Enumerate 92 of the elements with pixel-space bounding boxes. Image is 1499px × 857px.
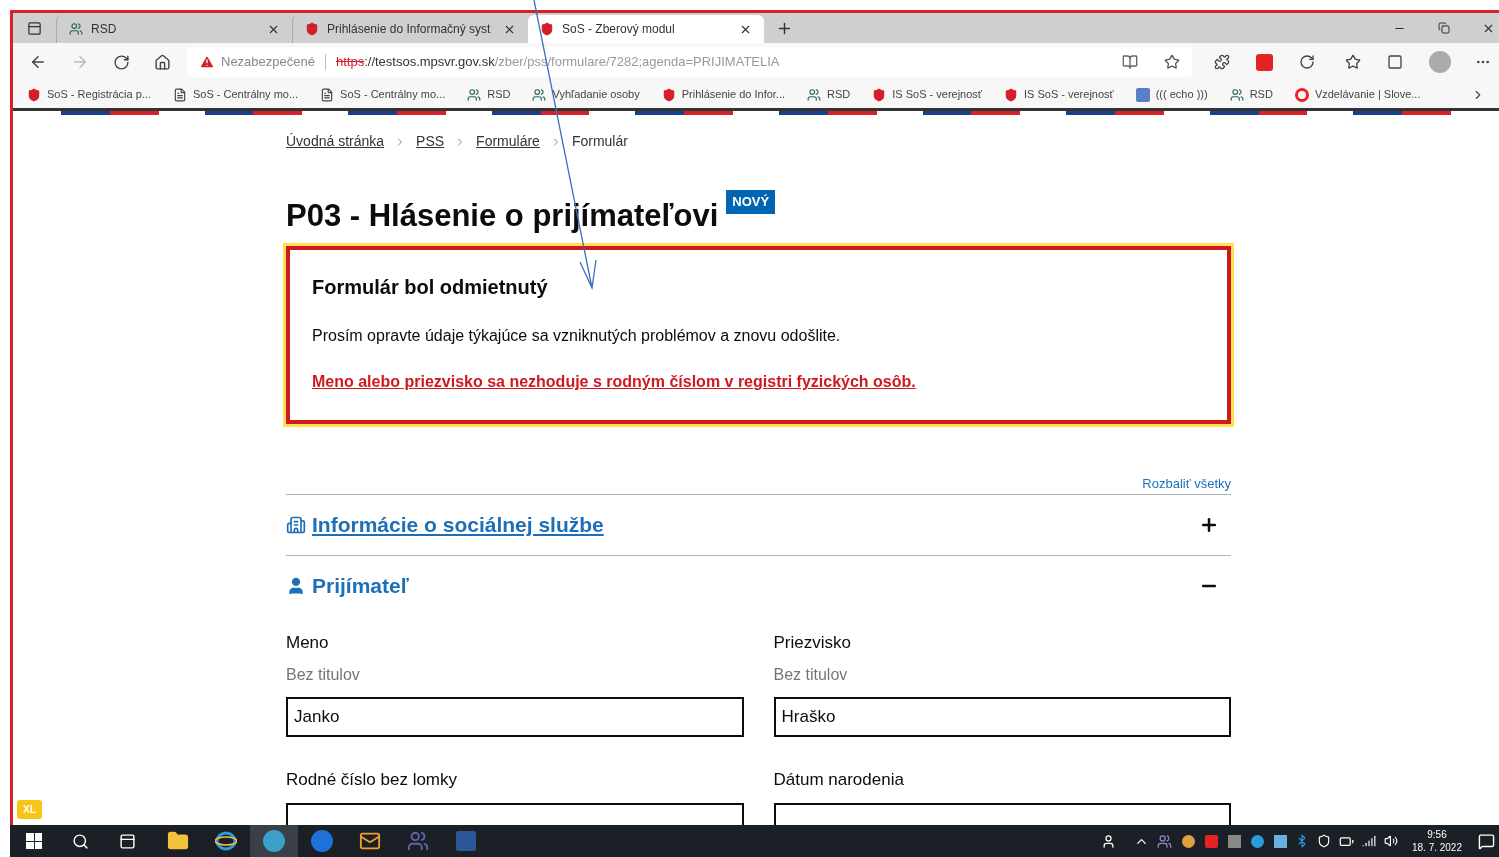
search-icon[interactable] (72, 832, 89, 850)
breadcrumb-link[interactable]: Úvodná stránka (286, 131, 385, 152)
text-input[interactable]: Hraško (773, 697, 1231, 737)
bookmark-item[interactable]: SoS - Centrálny mo... (320, 86, 446, 103)
bars-icon (1135, 87, 1150, 102)
tab-title: RSD (91, 21, 118, 38)
tab-actions-icon[interactable] (27, 20, 42, 36)
page-icon (320, 87, 335, 102)
field-hint: Bez titulov (773, 665, 849, 685)
bookmark-item[interactable]: SoS - Registrácia p... (27, 86, 151, 103)
size-badge: XL (17, 800, 42, 819)
people-icon (807, 87, 822, 102)
home-icon[interactable] (154, 53, 171, 71)
warning-icon (199, 54, 215, 70)
people-icon (532, 87, 547, 102)
bookmark-item[interactable]: ((( echo ))) (1135, 86, 1208, 103)
building-icon (286, 514, 306, 535)
field-label: Priezvisko (773, 631, 852, 654)
breadcrumb-link[interactable]: PSS (416, 131, 445, 152)
bookmark-item[interactable]: IS SoS - verejnosť (1004, 86, 1114, 103)
back-icon[interactable] (29, 53, 47, 71)
shield-icon (1004, 87, 1018, 102)
browser-icon (311, 830, 333, 852)
security-warning: Nezabezpečené (221, 53, 315, 72)
reload-icon[interactable] (113, 53, 130, 71)
field-hint: Bez titulov (286, 665, 361, 685)
error-link[interactable]: Meno alebo priezvisko sa nezhoduje s rodným číslom v registri fyzických osôb. (312, 370, 1205, 394)
bookmark-item[interactable]: Prihlásenie do Infor... (661, 86, 786, 103)
clock-time[interactable]: 9:56 (1427, 828, 1447, 841)
page-icon (172, 87, 187, 102)
person-icon (286, 575, 306, 596)
teams-tray-icon[interactable] (1156, 833, 1172, 849)
favorites-icon[interactable] (1345, 54, 1361, 70)
bookmark-item[interactable]: SoS - Centrálny mo... (172, 86, 299, 103)
tray-app-icon[interactable] (1181, 834, 1195, 848)
breadcrumb-link[interactable]: Formuláre (476, 131, 540, 152)
people-icon (467, 87, 482, 102)
tab-title: Prihlásenie do Informačný syst (327, 21, 492, 38)
people-icon (69, 22, 83, 36)
shield-icon (540, 22, 554, 36)
bookmark-item[interactable]: RSD (1229, 86, 1273, 103)
field-label: Rodné číslo bez lomky (286, 769, 459, 791)
section-title: Informácie o sociálnej službe (312, 511, 604, 538)
windows-start-icon[interactable] (26, 833, 42, 849)
bookmark-item[interactable]: Vzdelávanie | Slove... (1294, 86, 1421, 103)
tab-title: SoS - Zberový modul (562, 21, 676, 38)
browser-tab[interactable]: SoS - Zberový modul (528, 15, 764, 43)
section-title: Prijímateľ (312, 572, 409, 599)
folder-icon (167, 830, 189, 852)
mail-icon (359, 830, 381, 852)
people-icon[interactable] (1100, 833, 1116, 849)
shield-icon (27, 87, 41, 102)
browser-icon (263, 830, 285, 852)
favorite-add-icon[interactable] (1164, 54, 1180, 70)
extension-icon[interactable] (1214, 54, 1230, 70)
bookmark-item[interactable]: RSD (807, 86, 851, 103)
people-icon (1229, 87, 1244, 102)
field-label: Dátum narodenia (773, 769, 905, 791)
alert-title: Formulár bol odmietnutý (312, 275, 549, 300)
bookmark-item[interactable]: IS SoS - verejnosť (872, 86, 982, 103)
text-input[interactable]: Janko (286, 697, 744, 737)
tray-app-icon[interactable] (1273, 834, 1287, 848)
people-icon (407, 830, 429, 852)
extension-icon[interactable] (1299, 54, 1315, 70)
field-label: Meno (286, 631, 330, 654)
tray-app-icon[interactable] (1250, 834, 1264, 848)
page-title: P03 - Hlásenie o prijímateľovi (286, 197, 719, 235)
accordion-header[interactable]: Informácie o sociálnej službe (286, 493, 1231, 555)
tray-app-icon[interactable] (1227, 834, 1241, 848)
ring-icon (1294, 87, 1309, 102)
shield-icon (661, 87, 676, 102)
collections-icon[interactable] (1387, 54, 1403, 70)
accordion-header[interactable]: Prijímateľ (286, 554, 1231, 616)
clock-date[interactable]: 18. 7. 2022 (1411, 841, 1462, 854)
bookmark-item[interactable]: RSD (467, 86, 511, 103)
notifications-icon[interactable] (1478, 832, 1495, 850)
breadcrumb-current: Formulár (571, 132, 628, 151)
document-icon (456, 831, 476, 851)
expand-all-link[interactable]: Rozbaliť všetky (1142, 474, 1231, 494)
signal-icon[interactable] (1361, 834, 1376, 848)
shield-icon (305, 22, 319, 36)
task-view-icon[interactable] (119, 832, 136, 850)
tray-app-icon[interactable] (1204, 834, 1218, 848)
volume-icon[interactable] (1383, 834, 1398, 848)
f-icon[interactable] (1256, 53, 1273, 71)
shield-icon[interactable] (1316, 834, 1331, 848)
browser-icon (215, 830, 237, 852)
alert-message: Prosím opravte údaje týkajúce sa vzniknutých problémov a znovu odošlite. (312, 326, 842, 346)
shield-icon (872, 87, 887, 102)
restore-icon[interactable] (1438, 22, 1450, 34)
new-badge: NOVÝ (726, 190, 776, 214)
read-aloud-icon[interactable] (1122, 54, 1138, 70)
